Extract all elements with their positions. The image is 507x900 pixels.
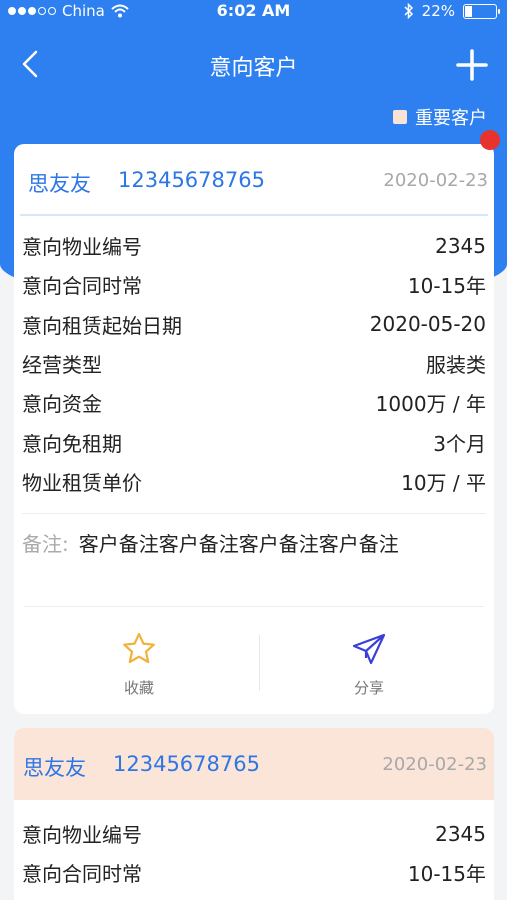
customer-phone[interactable]: 12345678765 (113, 752, 260, 776)
detail-label: 意向合同时常 (22, 274, 142, 299)
remark: 备注: 客户备注客户备注客户备注客户备注 (22, 513, 486, 609)
customer-phone[interactable]: 12345678765 (118, 168, 265, 192)
detail-label: 意向资金 (22, 392, 102, 417)
card-header: 思友友 12345678765 2020-02-23 (14, 728, 494, 800)
detail-row: 意向物业编号 2345 (22, 226, 486, 265)
customer-date: 2020-02-23 (382, 754, 487, 775)
detail-row: 意向合同时常 10-15年 (22, 853, 486, 892)
notification-badge (480, 130, 500, 150)
star-icon (123, 632, 155, 664)
remark-text: 客户备注客户备注客户备注客户备注 (78, 532, 399, 557)
share-icon (352, 633, 386, 665)
status-right: 22% (404, 2, 500, 20)
detail-label: 经营类型 (22, 353, 102, 378)
detail-row: 意向合同时常 10-15年 (22, 265, 486, 304)
detail-label: 意向合同时常 (22, 862, 142, 887)
detail-value: 10万 / 平 (401, 470, 486, 495)
remark-label: 备注: (22, 532, 69, 557)
nav-bar: 意向客户 (0, 36, 507, 92)
battery-icon (463, 3, 500, 19)
detail-row: 意向物业编号 2345 (22, 814, 486, 853)
detail-label: 意向物业编号 (22, 235, 142, 260)
detail-value: 10-15年 (407, 274, 486, 299)
add-icon[interactable] (455, 48, 489, 82)
detail-value: 2345 (435, 821, 486, 846)
detail-value: 10-15年 (407, 862, 486, 887)
card-actions: 收藏 分享 (24, 606, 484, 714)
customer-name: 思友友 (28, 172, 91, 196)
customer-card[interactable]: 思友友 12345678765 2020-02-23 意向物业编号 2345 意向… (14, 144, 494, 714)
favorite-label: 收藏 (123, 679, 154, 697)
battery-percent: 22% (421, 2, 455, 20)
detail-label: 意向免租期 (22, 431, 122, 456)
detail-label: 物业租赁单价 (22, 470, 142, 495)
detail-value: 3个月 (433, 431, 486, 456)
detail-row: 经营类型 服装类 (22, 344, 486, 383)
detail-label: 意向物业编号 (22, 823, 142, 848)
legend-swatch (393, 110, 407, 124)
customer-name: 思友友 (23, 756, 86, 780)
detail-list: 意向物业编号 2345 意向合同时常 10-15年 意向租赁起始日期 2020-05-… (14, 216, 494, 501)
detail-row: 意向免租期 3个月 (22, 422, 486, 461)
detail-row: 意向资金 1000万 / 年 (22, 383, 486, 422)
detail-list: 意向物业编号 2345 意向合同时常 10-15年 (14, 800, 494, 893)
bluetooth-icon (404, 3, 413, 19)
customer-card-important[interactable]: 思友友 12345678765 2020-02-23 意向物业编号 2345 意向… (14, 728, 494, 900)
card-header: 思友友 12345678765 2020-02-23 (20, 144, 488, 216)
important-legend: 重要客户 (393, 104, 487, 130)
detail-label: 意向租赁起始日期 (22, 313, 182, 338)
detail-row: 物业租赁单价 10万 / 平 (22, 462, 486, 501)
detail-value: 服装类 (426, 353, 486, 378)
legend-label: 重要客户 (415, 108, 487, 129)
detail-value: 1000万 / 年 (375, 392, 486, 417)
favorite-button[interactable]: 收藏 (24, 631, 254, 698)
detail-value: 2020-05-20 (369, 312, 486, 337)
share-label: 分享 (353, 679, 384, 697)
page-title: 意向客户 (209, 56, 298, 81)
customer-date: 2020-02-23 (383, 170, 488, 191)
detail-value: 2345 (435, 233, 486, 258)
status-bar: China 6:02 AM 22% (0, 0, 507, 24)
share-button[interactable]: 分享 (254, 631, 484, 698)
detail-row: 意向租赁起始日期 2020-05-20 (22, 305, 486, 344)
